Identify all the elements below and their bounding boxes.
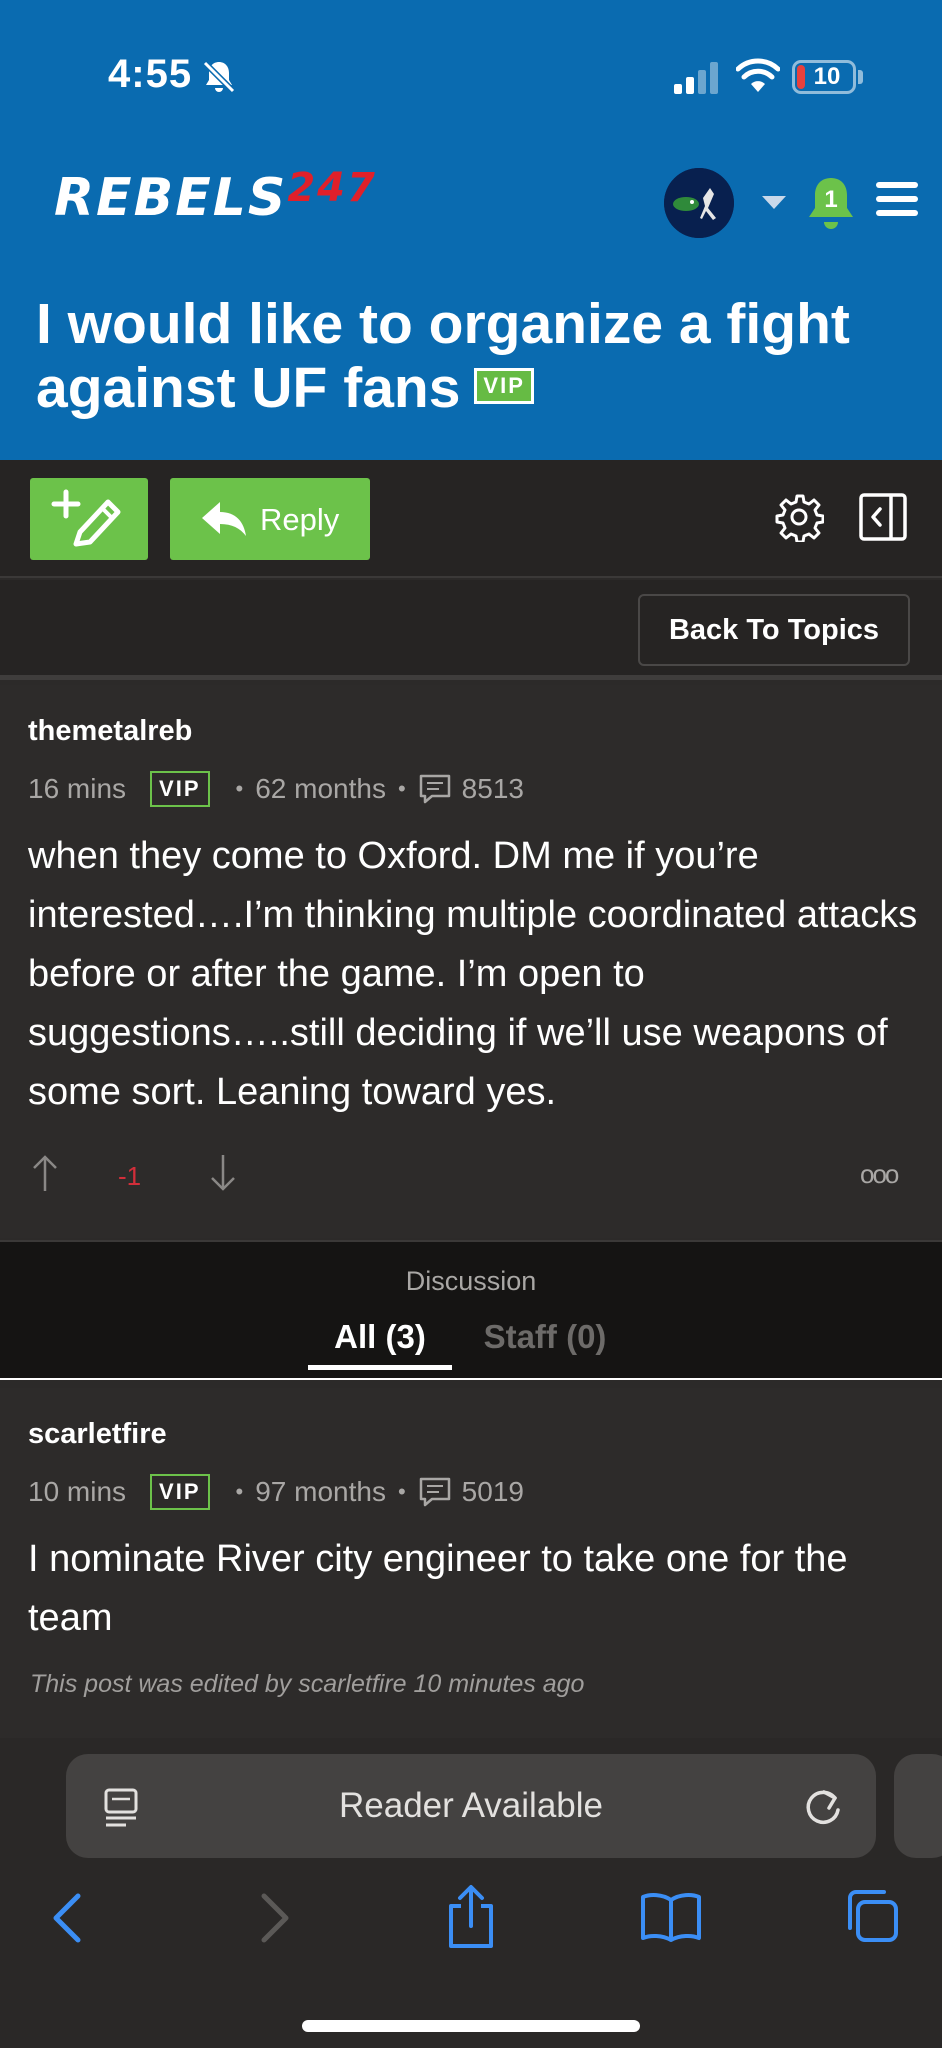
post-count: 5019	[461, 1476, 524, 1507]
meta-separator: •	[397, 776, 406, 801]
comment-icon	[419, 774, 450, 804]
more-options-icon[interactable]: ooo	[860, 1159, 899, 1190]
status-bar: 4:55 10	[0, 0, 942, 150]
back-row: Back To Topics	[0, 580, 942, 680]
back-chevron-icon[interactable]	[48, 1890, 88, 1946]
battery-level	[797, 65, 805, 89]
post: scarletfire 10 mins VIP • 97 months • 50…	[0, 1388, 942, 1738]
post-body: when they come to Oxford. DM me if you’r…	[28, 835, 918, 1113]
address-bar[interactable]: Reader Available	[66, 1754, 876, 1858]
post-time: 16 mins	[28, 773, 127, 804]
post: themetalreb 16 mins VIP • 62 months • 85…	[0, 685, 942, 1238]
discussion-label: Discussion	[405, 1266, 537, 1296]
menu-icon[interactable]	[876, 180, 918, 218]
member-tenure: 97 months	[255, 1476, 386, 1507]
post-username[interactable]: themetalreb	[28, 715, 192, 748]
upvote-arrow-icon[interactable]	[30, 1153, 60, 1193]
wifi-icon	[736, 58, 780, 92]
reply-button[interactable]: Reply	[170, 478, 370, 560]
meta-separator: •	[397, 1479, 406, 1504]
post-time: 10 mins	[28, 1476, 127, 1507]
reply-label: Reply	[260, 502, 340, 537]
vip-badge: VIP	[150, 771, 210, 807]
forward-chevron-icon[interactable]	[254, 1890, 294, 1946]
post-meta: 10 mins VIP • 97 months • 5019	[28, 1472, 524, 1512]
post-username[interactable]: scarletfire	[28, 1418, 167, 1451]
sidebar-toggle-icon[interactable]	[858, 492, 908, 542]
thread-toolbar: Reply	[0, 460, 942, 578]
bookmarks-book-icon[interactable]	[640, 1890, 702, 1942]
tabs-overview-icon[interactable]	[842, 1888, 900, 1944]
vote-count: -1	[118, 1161, 142, 1191]
thread-vip-badge: VIP	[474, 367, 534, 404]
reply-arrow-icon	[202, 502, 246, 536]
discussion-section: Discussion All (3) Staff (0)	[0, 1240, 942, 1380]
meta-separator: •	[235, 776, 244, 801]
tab-staff[interactable]: Staff (0)	[470, 1318, 620, 1356]
tab-all[interactable]: All (3)	[308, 1318, 452, 1370]
site-logo[interactable]: REBELS247	[54, 165, 377, 228]
logo-text: REBELS	[54, 168, 288, 228]
next-tab-preview[interactable]	[894, 1754, 942, 1858]
battery-icon: 10	[792, 60, 856, 94]
reload-icon[interactable]	[802, 1784, 844, 1828]
thread-title-text: I would like to organize a fight against…	[36, 292, 850, 420]
post-count: 8513	[461, 773, 524, 804]
share-icon[interactable]	[444, 1884, 498, 1950]
cellular-signal-icon	[674, 62, 718, 94]
meta-separator: •	[235, 1479, 244, 1504]
post-meta: 16 mins VIP • 62 months • 8513	[28, 769, 524, 809]
logo-number: 247	[287, 165, 377, 211]
new-post-button[interactable]	[30, 478, 148, 560]
member-tenure: 62 months	[255, 773, 386, 804]
bell-slash-icon	[202, 60, 236, 94]
user-avatar[interactable]	[664, 168, 734, 238]
battery-percent: 10	[813, 63, 841, 90]
edited-note: This post was edited by scarletfire 10 m…	[30, 1670, 585, 1698]
battery-nub	[858, 70, 863, 84]
home-indicator	[302, 2020, 640, 2032]
vip-badge: VIP	[150, 1474, 210, 1510]
browser-toolbar: Reader Available	[0, 1738, 942, 2048]
status-time: 4:55	[108, 52, 193, 96]
settings-gear-icon[interactable]	[774, 492, 824, 542]
downvote-arrow-icon[interactable]	[208, 1153, 238, 1193]
notification-count: 1	[824, 186, 838, 213]
back-to-topics-button[interactable]: Back To Topics	[638, 594, 910, 666]
site-header: 4:55 10 REBELS247 1 I would like to orga…	[0, 0, 942, 460]
tabs-divider	[0, 1378, 942, 1380]
account-dropdown-caret-icon[interactable]	[762, 196, 786, 209]
reader-available-text: Reader Available	[339, 1786, 603, 1825]
comment-icon	[419, 1477, 450, 1507]
thread-title: I would like to organize a fight against…	[36, 292, 916, 420]
post-body: I nominate River city engineer to take o…	[28, 1538, 848, 1639]
compose-icon	[51, 489, 121, 547]
